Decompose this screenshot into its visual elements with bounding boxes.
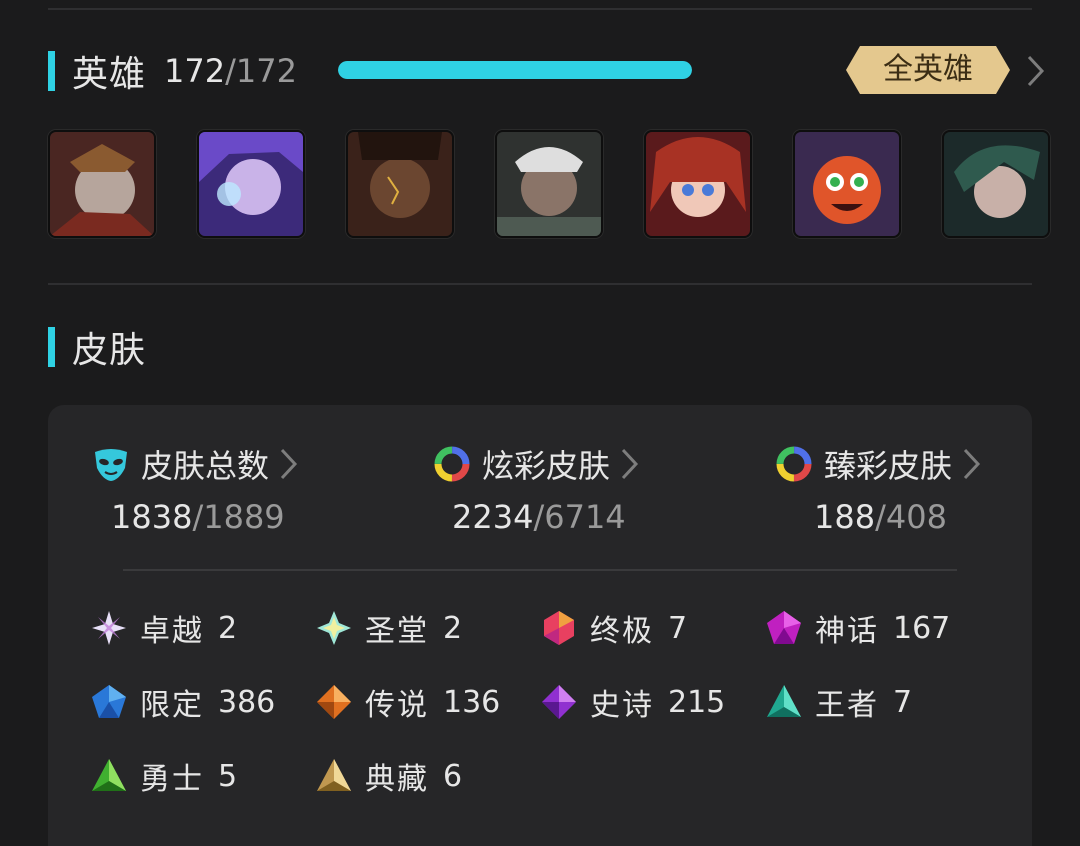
top-divider	[48, 8, 1032, 10]
rarity-name: 终极	[590, 614, 654, 649]
color-ring-icon	[776, 446, 812, 482]
skin-total-stat[interactable]: 皮肤总数 1838/1889	[91, 440, 351, 536]
rarity-item[interactable]: 终极 7	[540, 606, 687, 650]
skins-header: 皮肤	[48, 325, 146, 371]
heroes-count: 172/172	[164, 52, 297, 90]
prestige-chroma-value: 188/408	[774, 498, 1034, 536]
legendary-gem-icon	[317, 685, 351, 719]
rarity-item[interactable]: 卓越 2	[90, 606, 237, 650]
ultimate-gem-icon	[544, 611, 574, 645]
epic-gem-icon	[542, 685, 576, 719]
rarity-count: 136	[443, 684, 501, 720]
skin-total-total: 1889	[203, 498, 285, 536]
skin-total-separator: /	[192, 498, 204, 536]
rarity-count: 2	[218, 610, 238, 646]
hero-portrait-3[interactable]	[346, 130, 454, 238]
heroes-total: 172	[235, 52, 297, 90]
skin-total-value: 1838/1889	[91, 498, 351, 536]
heroes-progress-fill	[338, 61, 692, 79]
rarity-name: 王者	[815, 688, 879, 723]
rarity-item[interactable]: 典藏 6	[315, 754, 462, 798]
card-inner-divider	[123, 569, 957, 571]
rarity-name: 传说	[365, 688, 429, 723]
chroma-skin-separator: /	[533, 498, 545, 536]
rarity-item[interactable]: 史诗 215	[540, 680, 725, 724]
hall-gem-icon	[317, 611, 351, 645]
chroma-skin-label: 炫彩皮肤	[482, 447, 611, 485]
hero-portrait-row	[48, 130, 1050, 238]
hero-portrait-4[interactable]	[495, 130, 603, 238]
hero-portrait-5[interactable]	[644, 130, 752, 238]
rarity-count: 215	[668, 684, 726, 720]
hero-portrait-1[interactable]	[48, 130, 156, 238]
skins-title: 皮肤	[72, 330, 147, 371]
heroes-header: 英雄 172/172	[48, 49, 297, 95]
heroes-title: 英雄	[72, 54, 147, 95]
section-divider	[48, 283, 1032, 285]
collector-gem-icon	[317, 759, 351, 791]
rarity-count: 7	[893, 684, 913, 720]
rarity-name: 限定	[140, 688, 204, 723]
rarity-item[interactable]: 传说 136	[315, 680, 500, 724]
rarity-name: 神话	[815, 614, 879, 649]
chroma-skin-total: 6714	[544, 498, 626, 536]
limited-gem-icon	[92, 685, 126, 718]
hero-portrait-7[interactable]	[942, 130, 1050, 238]
hero-portrait-6[interactable]	[793, 130, 901, 238]
rarity-count: 5	[218, 758, 238, 794]
rarity-count: 6	[443, 758, 463, 794]
rarity-count: 7	[668, 610, 688, 646]
rarity-name: 史诗	[590, 688, 654, 723]
rarity-item[interactable]: 圣堂 2	[315, 606, 462, 650]
color-ring-icon	[434, 446, 470, 482]
prestige-chroma-total: 408	[885, 498, 947, 536]
skin-total-owned: 1838	[111, 498, 193, 536]
rarity-name: 典藏	[365, 762, 429, 797]
rarity-item[interactable]: 限定 386	[90, 680, 275, 724]
skin-total-label: 皮肤总数	[141, 447, 270, 485]
rarity-name: 圣堂	[365, 614, 429, 649]
chroma-skin-stat[interactable]: 炫彩皮肤 2234/6714	[432, 440, 692, 536]
all-heroes-chevron-right-icon[interactable]	[1026, 54, 1046, 88]
rarity-item[interactable]: 神话 167	[765, 606, 950, 650]
heroes-accent-bar	[48, 51, 55, 91]
rarity-count: 386	[218, 684, 276, 720]
chevron-right-icon	[621, 448, 639, 480]
all-heroes-label: 全英雄	[883, 52, 973, 87]
heroes-separator: /	[225, 52, 236, 90]
warrior-gem-icon	[92, 759, 126, 791]
all-heroes-button[interactable]: 全英雄	[846, 46, 1010, 94]
chroma-skin-owned: 2234	[452, 498, 534, 536]
hero-portrait-2[interactable]	[197, 130, 305, 238]
rarity-item[interactable]: 勇士 5	[90, 754, 237, 798]
rarity-name: 勇士	[140, 762, 204, 797]
chevron-right-icon	[963, 448, 981, 480]
chevron-right-icon	[280, 448, 298, 480]
mask-icon	[95, 449, 127, 481]
heroes-owned: 172	[164, 52, 226, 90]
rarity-count: 167	[893, 610, 951, 646]
rarity-name: 卓越	[140, 614, 204, 649]
prestige-chroma-stat[interactable]: 臻彩皮肤 188/408	[774, 440, 1034, 536]
royal-gem-icon	[767, 685, 801, 717]
prestige-chroma-separator: /	[875, 498, 886, 536]
rarity-count: 2	[443, 610, 463, 646]
heroes-progress-bar	[338, 61, 692, 79]
skins-card: 皮肤总数 1838/1889 炫彩皮肤 2234/6714 臻彩皮肤 188/4…	[48, 405, 1032, 846]
prestige-chroma-owned: 188	[814, 498, 876, 536]
mythic-gem-icon	[767, 611, 801, 644]
transcendent-gem-icon	[92, 611, 126, 645]
skins-accent-bar	[48, 327, 55, 367]
rarity-item[interactable]: 王者 7	[765, 680, 912, 724]
chroma-skin-value: 2234/6714	[432, 498, 692, 536]
prestige-chroma-label: 臻彩皮肤	[824, 447, 953, 485]
